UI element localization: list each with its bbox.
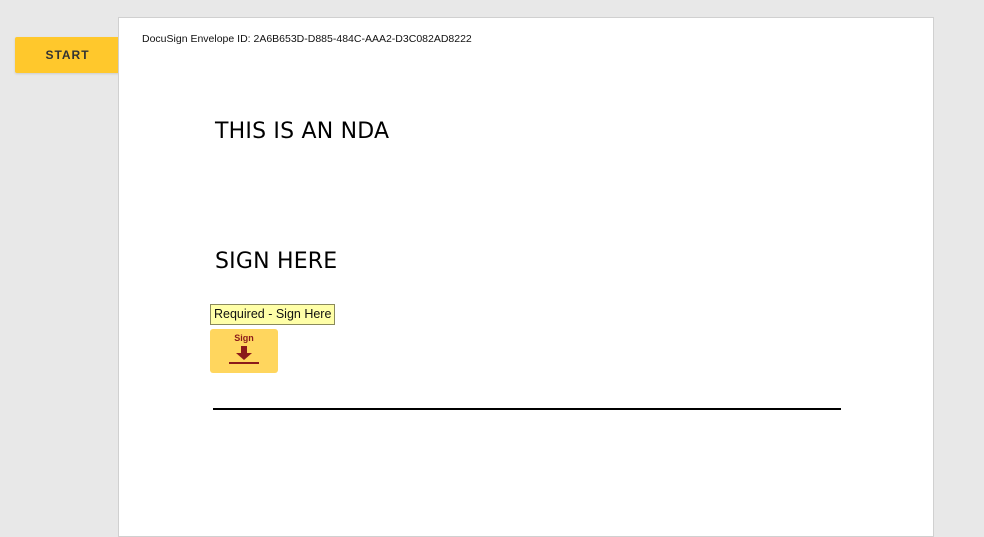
start-button[interactable]: START <box>15 37 120 73</box>
sign-here-tab[interactable]: Sign <box>210 329 278 373</box>
sign-tab-label: Sign <box>234 333 254 343</box>
envelope-id: DocuSign Envelope ID: 2A6B653D-D885-484C… <box>142 33 472 45</box>
heading-sign-here: SIGN HERE <box>215 249 338 274</box>
signature-line <box>213 408 841 410</box>
download-arrow-icon <box>229 346 259 364</box>
docusign-viewer: { "toolbar": { "start_label": "START" },… <box>0 0 984 537</box>
sign-required-tooltip: Required - Sign Here <box>210 304 336 325</box>
document-page: DocuSign Envelope ID: 2A6B653D-D885-484C… <box>118 17 934 537</box>
heading-nda: THIS IS AN NDA <box>215 119 390 144</box>
